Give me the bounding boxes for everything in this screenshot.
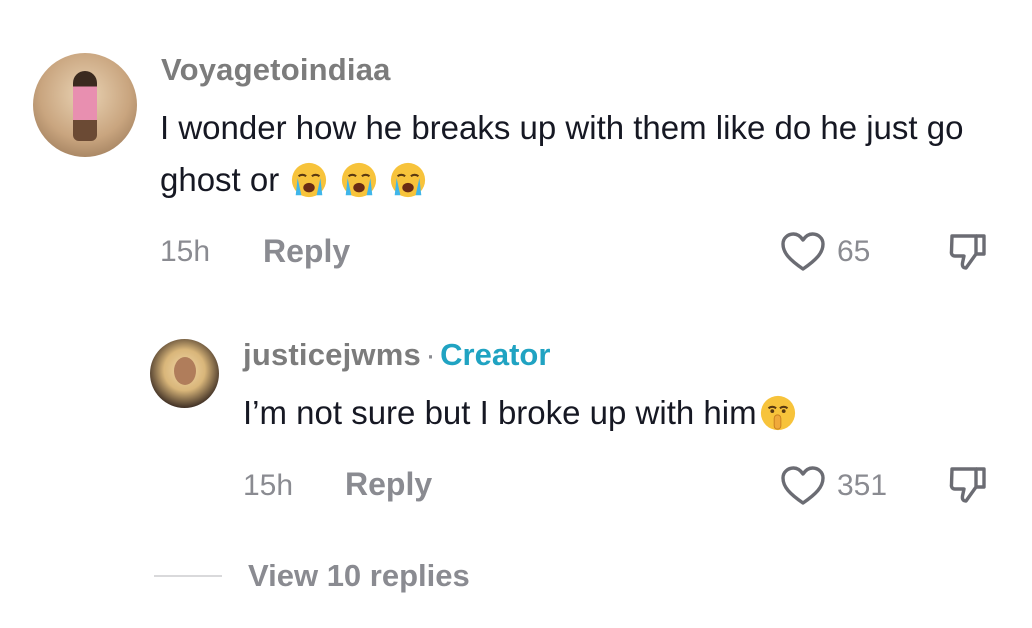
creator-badge: Creator — [440, 337, 551, 372]
reply-header: justicejwms · Creator — [243, 337, 550, 373]
reply-username[interactable]: justicejwms — [243, 337, 421, 372]
loudly-crying-face-icon — [290, 161, 328, 199]
avatar-photo — [174, 357, 196, 385]
shushing-face-icon — [759, 394, 797, 432]
comment-text: I wonder how he breaks up with them like… — [160, 102, 980, 206]
comment-like-count: 65 — [837, 235, 871, 268]
divider-line — [154, 575, 222, 577]
heart-icon[interactable] — [780, 231, 826, 273]
reply-text: I’m not sure but I broke up with him — [243, 387, 797, 439]
avatar-justicejwms[interactable] — [150, 339, 219, 408]
dislike-icon[interactable] — [946, 230, 990, 274]
reply-timestamp: 15h — [243, 469, 294, 502]
view-replies-button[interactable]: View 10 replies — [248, 558, 470, 594]
loudly-crying-face-icon — [389, 161, 427, 199]
dislike-icon[interactable] — [946, 463, 990, 507]
reply-body: I’m not sure but I broke up with him — [243, 394, 757, 431]
avatar-voyagetoindiaa[interactable] — [33, 53, 137, 157]
reply-reply-button[interactable]: Reply — [345, 466, 432, 503]
avatar-photo — [73, 71, 97, 141]
separator-dot: · — [425, 337, 436, 372]
comment-username[interactable]: Voyagetoindiaa — [161, 52, 391, 88]
loudly-crying-face-icon — [340, 161, 378, 199]
reply-like-count: 351 — [837, 469, 888, 502]
heart-icon[interactable] — [780, 465, 826, 507]
comment-reply-button[interactable]: Reply — [263, 233, 350, 270]
comment-body: I wonder how he breaks up with them like… — [160, 109, 964, 198]
comment-timestamp: 15h — [160, 235, 211, 268]
